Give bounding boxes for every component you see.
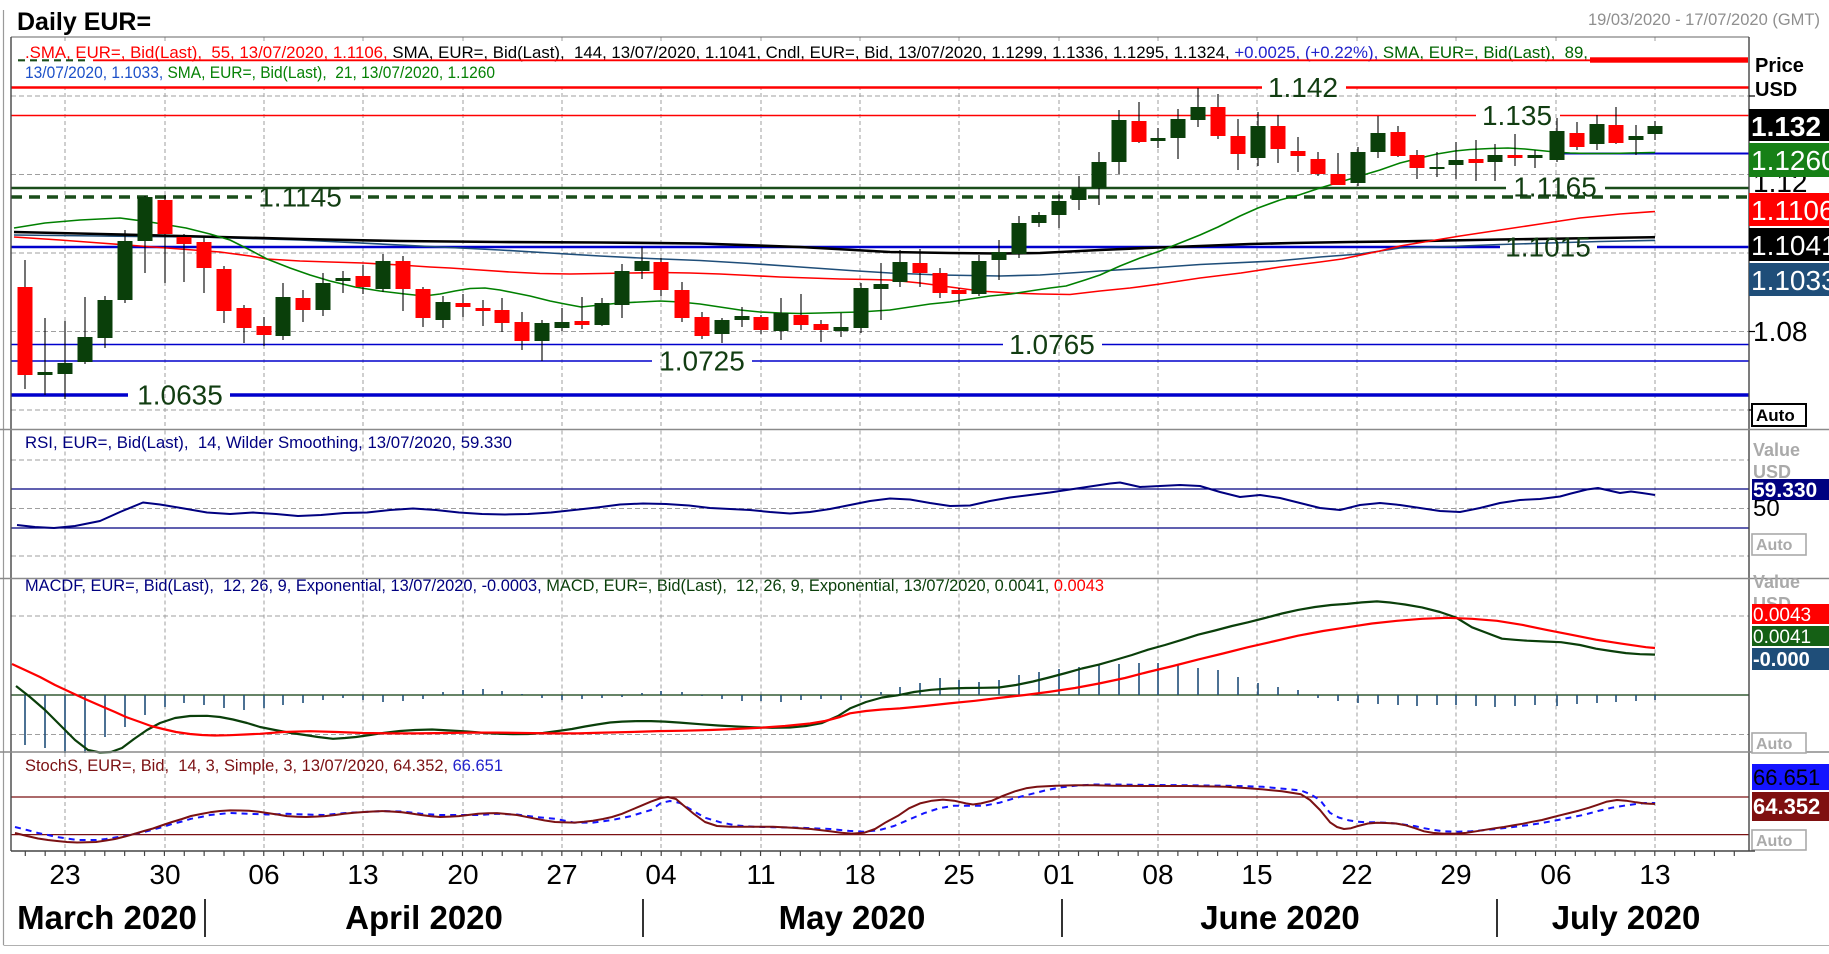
svg-text:08: 08 bbox=[1142, 859, 1173, 890]
svg-text:Daily EUR=: Daily EUR= bbox=[17, 8, 151, 36]
svg-text:1.1015: 1.1015 bbox=[1505, 232, 1591, 263]
svg-text:June 2020: June 2020 bbox=[1200, 899, 1360, 936]
svg-text:1.132: 1.132 bbox=[1751, 111, 1821, 142]
svg-text:1.1260: 1.1260 bbox=[1751, 145, 1829, 176]
svg-text:13: 13 bbox=[1639, 859, 1670, 890]
svg-text:66.651: 66.651 bbox=[1753, 765, 1820, 790]
svg-text:1.1106: 1.1106 bbox=[1751, 195, 1829, 226]
svg-text:15: 15 bbox=[1241, 859, 1272, 890]
svg-text:1.0765: 1.0765 bbox=[1009, 329, 1095, 360]
svg-text:RSI, EUR=, Bid(Last), 14, Wil: RSI, EUR=, Bid(Last), 14, Wilder Smoothi… bbox=[25, 434, 512, 452]
svg-text:StochS, EUR=, Bid, 14, 3, Sim: StochS, EUR=, Bid, 14, 3, Simple, 3, 13/… bbox=[25, 757, 503, 775]
svg-text:29: 29 bbox=[1440, 859, 1471, 890]
svg-text:06: 06 bbox=[1540, 859, 1571, 890]
svg-text:Auto: Auto bbox=[1756, 736, 1793, 753]
svg-text:01: 01 bbox=[1043, 859, 1074, 890]
svg-text:04: 04 bbox=[645, 859, 676, 890]
svg-text:30: 30 bbox=[149, 859, 180, 890]
svg-text:11: 11 bbox=[746, 859, 775, 890]
svg-text:20: 20 bbox=[447, 859, 478, 890]
svg-text:Value: Value bbox=[1753, 440, 1800, 460]
svg-text:13: 13 bbox=[347, 859, 378, 890]
svg-text:Auto: Auto bbox=[1756, 833, 1793, 850]
svg-text:1.135: 1.135 bbox=[1482, 100, 1552, 131]
svg-text:59.330: 59.330 bbox=[1753, 479, 1817, 502]
svg-text:25: 25 bbox=[943, 859, 974, 890]
svg-text:0.0043: 0.0043 bbox=[1753, 605, 1811, 626]
svg-text:19/03/2020 - 17/07/2020 (GMT): 19/03/2020 - 17/07/2020 (GMT) bbox=[1588, 11, 1820, 29]
svg-text:1.142: 1.142 bbox=[1268, 72, 1338, 103]
svg-text:64.352: 64.352 bbox=[1753, 794, 1820, 819]
svg-text:April 2020: April 2020 bbox=[345, 899, 503, 936]
svg-text:13/07/2020, 1.1033, SMA, EUR=,: 13/07/2020, 1.1033, SMA, EUR=, Bid(Last)… bbox=[25, 63, 495, 82]
svg-text:1.1033: 1.1033 bbox=[1751, 265, 1829, 296]
svg-text:March 2020: March 2020 bbox=[17, 899, 197, 936]
svg-text:1.1145: 1.1145 bbox=[258, 182, 342, 213]
svg-text:06: 06 bbox=[248, 859, 279, 890]
svg-text:18: 18 bbox=[844, 859, 875, 890]
svg-text:1.0725: 1.0725 bbox=[659, 346, 745, 377]
svg-text:0.0041: 0.0041 bbox=[1753, 627, 1811, 648]
svg-text:1.08: 1.08 bbox=[1753, 316, 1808, 347]
svg-text:MACDF, EUR=, Bid(Last), 12, 2: MACDF, EUR=, Bid(Last), 12, 26, 9, Expon… bbox=[25, 577, 1104, 595]
svg-text:27: 27 bbox=[546, 859, 577, 890]
svg-text:1.0635: 1.0635 bbox=[137, 380, 223, 411]
svg-text:1.1041: 1.1041 bbox=[1751, 230, 1829, 261]
svg-text:USD: USD bbox=[1755, 79, 1797, 101]
svg-text:May 2020: May 2020 bbox=[779, 899, 926, 936]
svg-text:Auto: Auto bbox=[1756, 406, 1795, 425]
svg-text:Auto: Auto bbox=[1756, 537, 1793, 554]
svg-text:1.1165: 1.1165 bbox=[1513, 172, 1597, 203]
svg-text:22: 22 bbox=[1341, 859, 1372, 890]
svg-text:.SMA, EUR=, Bid(Last), 55, 13: .SMA, EUR=, Bid(Last), 55, 13/07/2020, 1… bbox=[25, 43, 1588, 62]
svg-text:Value: Value bbox=[1753, 572, 1800, 592]
svg-text:-0.000: -0.000 bbox=[1753, 649, 1810, 671]
svg-text:Price: Price bbox=[1755, 55, 1804, 77]
svg-text:23: 23 bbox=[49, 859, 80, 890]
svg-text:July 2020: July 2020 bbox=[1552, 899, 1701, 936]
